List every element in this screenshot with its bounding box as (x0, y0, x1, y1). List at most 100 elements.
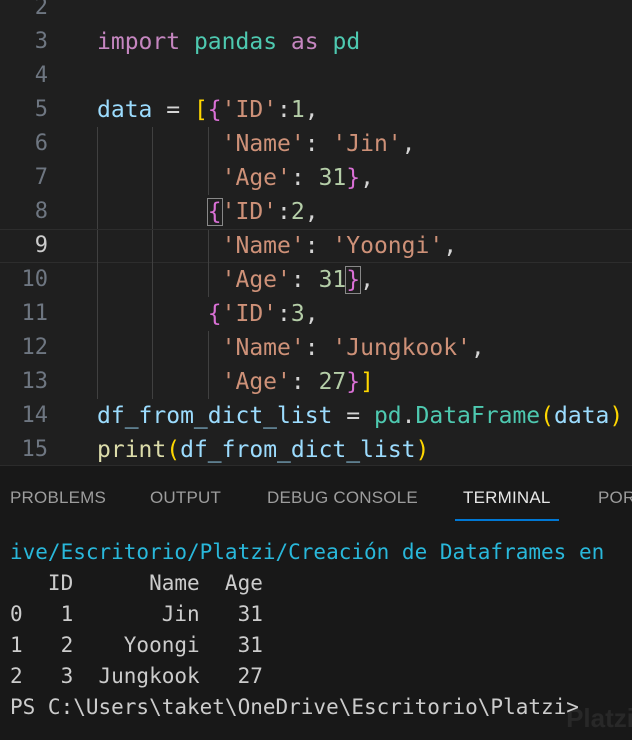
tab-terminal[interactable]: TERMINAL (455, 488, 559, 521)
code-token: : (290, 165, 319, 191)
code-token: } (346, 165, 361, 191)
code-text: 'Name': 'Jin', (97, 127, 416, 161)
code-token: 'Name' (221, 335, 305, 361)
code-line[interactable]: 7 'Age': 31}, (0, 161, 632, 195)
code-token: 'Jin' (332, 131, 402, 157)
code-token: ( (540, 403, 554, 429)
tab-debug-console[interactable]: DEBUG CONSOLE (267, 488, 418, 508)
code-token: : (304, 131, 333, 157)
code-token: ( (166, 437, 181, 463)
code-editor[interactable]: 2 3 import pandas as pd 4 5 data = [{'ID':1, 6… (0, 0, 632, 465)
code-token: , (470, 335, 485, 361)
code-token: DataFrame (415, 403, 541, 429)
code-token: 'Age' (221, 267, 291, 293)
line-number: 3 (34, 29, 48, 54)
code-token: 'Age' (221, 369, 291, 395)
code-token: import (97, 29, 181, 55)
code-token: = (152, 97, 194, 123)
code-line[interactable]: 11 {'ID':3, (0, 297, 632, 331)
terminal-output-row: 0 1 Jin 31 (10, 602, 263, 626)
code-token: df_from_dict_list (180, 437, 416, 463)
bottom-panel: PROBLEMS OUTPUT DEBUG CONSOLE TERMINAL P… (0, 465, 632, 740)
line-number: 6 (34, 131, 48, 156)
platzi-watermark: Platzi (566, 703, 632, 733)
terminal-output-header: ID Name Age (10, 571, 263, 595)
code-token: df_from_dict_list (97, 403, 333, 429)
tab-problems[interactable]: PROBLEMS (10, 488, 106, 508)
tab-ports[interactable]: POR (598, 488, 632, 508)
code-text: 'Age': 31}, (97, 161, 374, 195)
code-token: data (97, 97, 153, 123)
code-line[interactable]: 8 {'ID':2, (0, 195, 632, 229)
code-line[interactable]: 5 data = [{'ID':1, (0, 93, 632, 127)
code-text: df_from_dict_list = pd.DataFrame(data) (97, 399, 623, 433)
code-token: data (554, 403, 610, 429)
code-token: pd (373, 403, 402, 429)
line-number: 2 (34, 0, 48, 20)
code-token: 3 (290, 301, 305, 327)
line-number: 4 (34, 63, 48, 88)
code-line[interactable]: 6 'Name': 'Jin', (0, 127, 632, 161)
terminal-output-row: 2 3 Jungkook 27 (10, 664, 263, 688)
code-token: 'Yoongi' (332, 233, 444, 259)
code-line[interactable]: 10 'Age': 31}, (0, 263, 632, 297)
code-token: pd (332, 29, 361, 55)
code-token: : (290, 369, 319, 395)
code-token: : (277, 199, 291, 225)
line-number: 15 (21, 437, 49, 462)
line-number: 7 (34, 165, 48, 190)
code-text: 'Name': 'Yoongi', (97, 230, 457, 262)
code-text: {'ID':3, (97, 297, 319, 331)
code-line[interactable]: 12 'Name': 'Jungkook', (0, 331, 632, 365)
code-line[interactable]: 14 df_from_dict_list = pd.DataFrame(data) (0, 399, 632, 433)
code-token: ) (415, 437, 430, 463)
line-number: 5 (34, 97, 48, 122)
tab-output[interactable]: OUTPUT (150, 488, 221, 508)
code-line[interactable]: 2 (0, 0, 632, 25)
code-text: import pandas as pd (97, 25, 360, 59)
code-token: : (290, 267, 319, 293)
code-token: } (345, 266, 362, 294)
code-token: . (401, 403, 416, 429)
line-number: 8 (34, 199, 48, 224)
code-token: { (207, 97, 222, 123)
code-token: { (207, 301, 222, 327)
code-line[interactable]: 15 print(df_from_dict_list) (0, 433, 632, 465)
terminal-path-line: ive/Escritorio/Platzi/Creación de Datafr… (10, 540, 605, 564)
code-text: 'Age': 27}] (97, 365, 374, 399)
code-token: 27 (318, 369, 347, 395)
code-token: 'ID' (221, 97, 278, 123)
code-token: , (443, 233, 458, 259)
code-token: 'Jungkook' (332, 335, 471, 361)
code-token: 'Age' (221, 165, 291, 191)
code-text: data = [{'ID':1, (97, 93, 319, 127)
code-token: 'ID' (221, 199, 278, 225)
code-token: , (304, 199, 319, 225)
code-line[interactable]: 3 import pandas as pd (0, 25, 632, 59)
code-line[interactable]: 4 (0, 59, 632, 93)
code-text: print(df_from_dict_list) (97, 433, 429, 465)
code-line[interactable]: 9 'Name': 'Yoongi', (0, 229, 632, 264)
code-text: {'ID':2, (97, 195, 319, 229)
code-token: , (401, 131, 416, 157)
code-line[interactable]: 13 'Age': 27}] (0, 365, 632, 399)
code-token: , (304, 301, 319, 327)
code-token: 'ID' (221, 301, 278, 327)
code-token: : (304, 335, 333, 361)
line-number: 13 (21, 369, 49, 394)
code-token: [ (193, 97, 208, 123)
code-token: 1 (290, 97, 305, 123)
terminal-prompt: PS C:\Users\taket\OneDrive\Escritorio\Pl… (10, 695, 579, 719)
code-token: : (304, 233, 333, 259)
code-token: , (360, 165, 374, 191)
code-token: ] (360, 369, 374, 395)
